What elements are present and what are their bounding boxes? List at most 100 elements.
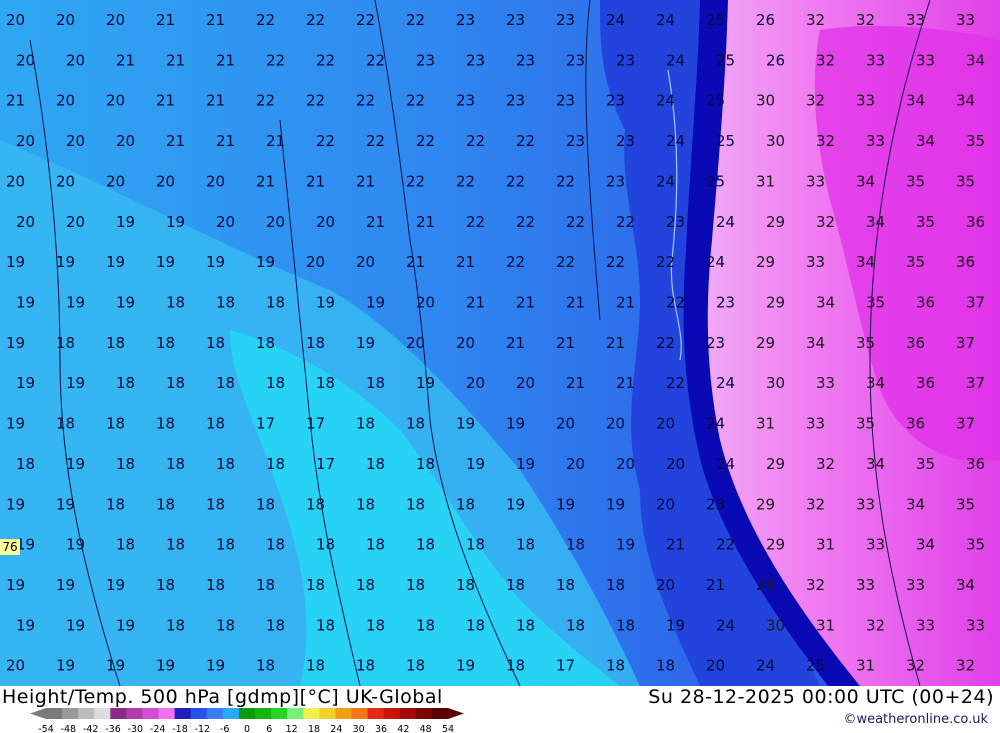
temperature-label: 19 [356, 334, 375, 352]
temperature-label: 20 [6, 11, 25, 29]
temperature-label: 21 [566, 374, 585, 392]
temperature-label: 19 [6, 253, 25, 271]
temperature-label: 18 [216, 536, 235, 554]
temperature-label: 33 [856, 576, 875, 594]
temperature-label: 29 [766, 455, 785, 473]
temperature-label: 34 [916, 536, 935, 554]
temperature-label: 19 [506, 495, 525, 513]
scale-swatch [126, 708, 143, 719]
temperature-label: 18 [256, 657, 275, 675]
temperature-label: 35 [866, 294, 885, 312]
temperature-label: 31 [756, 415, 775, 433]
temperature-label: 22 [666, 374, 685, 392]
temperature-label: 22 [406, 172, 425, 190]
temperature-label: 21 [506, 334, 525, 352]
temperature-label: 19 [256, 253, 275, 271]
footer-bar: Height/Temp. 500 hPa [gdmp][°C] UK-Globa… [0, 686, 1000, 733]
credit-link[interactable]: ©weatheronline.co.uk [843, 712, 988, 727]
temperature-label: 20 [666, 455, 685, 473]
temperature-label: 22 [406, 92, 425, 110]
temperature-label: 18 [206, 334, 225, 352]
temperature-label: 22 [716, 536, 735, 554]
temperature-label: 24 [656, 11, 675, 29]
temperature-label: 22 [616, 213, 635, 231]
temperature-label: 18 [106, 334, 125, 352]
temperature-label: 21 [466, 294, 485, 312]
temperature-label: 23 [556, 92, 575, 110]
temperature-label: 22 [306, 11, 325, 29]
temperature-label: 23 [616, 132, 635, 150]
temperature-label: 18 [306, 657, 325, 675]
temperature-label: 19 [456, 657, 475, 675]
temperature-label: 22 [506, 253, 525, 271]
temperature-label: 30 [766, 132, 785, 150]
temperature-label: 19 [66, 616, 85, 634]
temperature-label: 20 [56, 172, 75, 190]
scale-swatch [174, 708, 192, 719]
temperature-label: 21 [306, 172, 325, 190]
temperature-label: 33 [956, 11, 975, 29]
scale-tick-label: 54 [442, 724, 454, 733]
temperature-label: 32 [906, 657, 925, 675]
temperature-label: 20 [516, 374, 535, 392]
scale-tick-label: 36 [375, 724, 387, 733]
temperature-label: 24 [656, 172, 675, 190]
temperature-label: 18 [516, 536, 535, 554]
temperature-label: 33 [866, 51, 885, 69]
temperature-label: 22 [516, 132, 535, 150]
scale-tick-label: -24 [150, 724, 166, 733]
temperature-label: 19 [206, 657, 225, 675]
temperature-label: 20 [406, 334, 425, 352]
temperature-label: 19 [66, 294, 85, 312]
temperature-label: 18 [206, 576, 225, 594]
temperature-label: 21 [566, 294, 585, 312]
temperature-label: 22 [656, 334, 675, 352]
temperature-label: 21 [206, 11, 225, 29]
scale-tick-label: -18 [172, 724, 188, 733]
scale-tick-label: 18 [308, 724, 320, 733]
scale-tick-label: 30 [353, 724, 365, 733]
temperature-label: 29 [756, 495, 775, 513]
temperature-label: 19 [166, 213, 185, 231]
temperature-label: 18 [266, 294, 285, 312]
temperature-label: 19 [56, 495, 75, 513]
temperature-label: 18 [266, 455, 285, 473]
temperature-label: 35 [966, 536, 985, 554]
temperature-label: 19 [56, 253, 75, 271]
temperature-label: 23 [516, 51, 535, 69]
temperature-label: 18 [166, 616, 185, 634]
temperature-label: 18 [456, 495, 475, 513]
temperature-label: 23 [506, 11, 525, 29]
temperature-label: 18 [356, 415, 375, 433]
scale-swatch [158, 708, 176, 719]
temperature-label: 18 [116, 374, 135, 392]
temperature-label: 21 [256, 172, 275, 190]
temperature-label: 24 [716, 455, 735, 473]
temperature-label: 23 [416, 51, 435, 69]
temperature-label: 21 [516, 294, 535, 312]
temperature-label: 18 [566, 616, 585, 634]
temperature-label: 18 [506, 657, 525, 675]
scale-tick-label: 48 [420, 724, 432, 733]
temperature-label: 21 [156, 92, 175, 110]
temperature-label: 18 [216, 374, 235, 392]
temperature-label: 22 [566, 213, 585, 231]
temperature-label: 18 [356, 576, 375, 594]
temperature-label: 20 [556, 415, 575, 433]
scale-tick-label: -42 [83, 724, 99, 733]
temperature-label: 20 [656, 495, 675, 513]
temperature-label: 32 [866, 616, 885, 634]
temperature-label: 21 [356, 172, 375, 190]
temperature-label: 22 [456, 172, 475, 190]
temperature-label: 23 [716, 294, 735, 312]
temperature-label: 18 [56, 415, 75, 433]
temperature-label: 20 [656, 576, 675, 594]
temperature-label: 18 [256, 495, 275, 513]
temperature-label: 37 [956, 415, 975, 433]
temperature-label: 19 [66, 536, 85, 554]
temperature-label: 37 [966, 374, 985, 392]
temperature-label: 18 [256, 576, 275, 594]
temperature-label: 20 [616, 455, 635, 473]
temperature-label: 35 [956, 172, 975, 190]
scale-tick-label: -54 [38, 724, 54, 733]
